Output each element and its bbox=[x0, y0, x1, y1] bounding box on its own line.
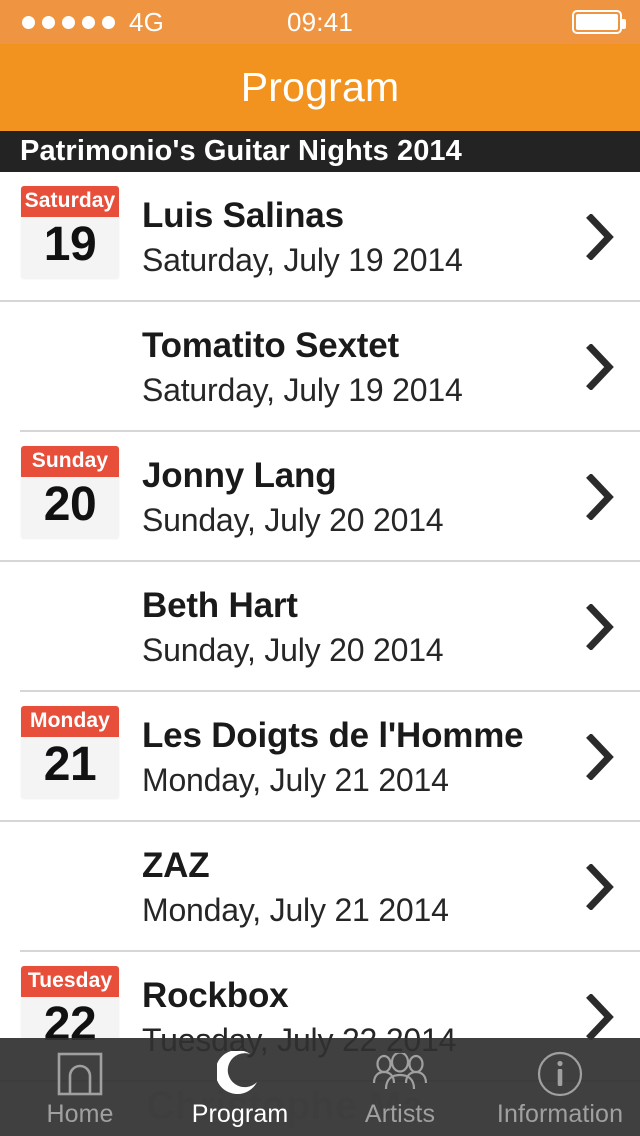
tab-information-label: Information bbox=[496, 1100, 624, 1128]
date-badge-weekday: Tuesday bbox=[21, 966, 119, 998]
date-badge-daynumber: 21 bbox=[21, 737, 119, 800]
event-date: Monday, July 21 2014 bbox=[142, 761, 449, 798]
event-row-body: ZAZ Monday, July 21 2014 bbox=[140, 822, 560, 952]
tab-home-label: Home bbox=[46, 1100, 114, 1128]
event-date: Sunday, July 20 2014 bbox=[142, 501, 444, 538]
page-title: Program bbox=[240, 64, 400, 110]
event-date: Monday, July 21 2014 bbox=[142, 891, 449, 928]
date-badge-weekday: Saturday bbox=[21, 186, 119, 218]
status-bar: 4G 09:41 bbox=[0, 0, 640, 44]
section-header: Patrimonio's Guitar Nights 2014 bbox=[0, 131, 640, 172]
event-row[interactable]: Beth Hart Sunday, July 20 2014 bbox=[0, 562, 640, 692]
date-badge-daynumber: 19 bbox=[21, 217, 119, 280]
date-badge: Saturday 19 bbox=[21, 186, 119, 280]
event-row[interactable]: ZAZ Monday, July 21 2014 bbox=[0, 822, 640, 952]
event-title: Beth Hart bbox=[142, 585, 298, 625]
navigation-bar: Program bbox=[0, 44, 640, 131]
tab-program-label: Program bbox=[191, 1100, 289, 1128]
event-title: Tomatito Sextet bbox=[142, 325, 399, 365]
program-list-scroll[interactable]: Patrimonio's Guitar Nights 2014 Saturday… bbox=[0, 131, 640, 1136]
date-badge-slot: Monday 21 bbox=[0, 692, 140, 822]
event-title: Jonny Lang bbox=[142, 455, 337, 495]
chevron-right-icon[interactable] bbox=[560, 562, 640, 692]
date-badge-weekday: Monday bbox=[21, 706, 119, 738]
event-list: Saturday 19 Luis Salinas Saturday, July 19 … bbox=[0, 172, 640, 1082]
chevron-right-icon[interactable] bbox=[560, 692, 640, 822]
home-arch-icon bbox=[57, 1050, 103, 1098]
battery-full-icon bbox=[572, 10, 626, 34]
event-date: Sunday, July 20 2014 bbox=[142, 631, 444, 668]
status-bar-clock: 09:41 bbox=[286, 7, 354, 37]
tab-bar: Home Program Artists Information bbox=[0, 1038, 640, 1136]
status-bar-right bbox=[572, 10, 626, 34]
event-row-body: Jonny Lang Sunday, July 20 2014 bbox=[140, 432, 560, 562]
chevron-right-icon[interactable] bbox=[560, 822, 640, 952]
tab-artists-label: Artists bbox=[364, 1100, 436, 1128]
section-header-title: Patrimonio's Guitar Nights 2014 bbox=[20, 135, 462, 167]
event-title: Les Doigts de l'Homme bbox=[142, 715, 524, 755]
event-row[interactable]: Monday 21 Les Doigts de l'Homme Monday, Jul… bbox=[0, 692, 640, 822]
event-row-body: Tomatito Sextet Saturday, July 19 2014 bbox=[140, 302, 560, 432]
event-title: Luis Salinas bbox=[142, 195, 344, 235]
event-row[interactable]: Saturday 19 Luis Salinas Saturday, July 19 … bbox=[0, 172, 640, 302]
date-badge: Monday 21 bbox=[21, 706, 119, 800]
chevron-right-icon[interactable] bbox=[560, 302, 640, 432]
event-row[interactable]: Sunday 20 Jonny Lang Sunday, July 20 2014 bbox=[0, 432, 640, 562]
event-date: Saturday, July 19 2014 bbox=[142, 241, 463, 278]
event-row-body: Beth Hart Sunday, July 20 2014 bbox=[140, 562, 560, 692]
event-row-body: Les Doigts de l'Homme Monday, July 21 201… bbox=[140, 692, 560, 822]
tab-program[interactable]: Program bbox=[160, 1038, 320, 1136]
date-badge-slot bbox=[0, 822, 140, 952]
date-badge-slot: Saturday 19 bbox=[0, 172, 140, 302]
event-title: ZAZ bbox=[142, 845, 210, 885]
chevron-right-icon[interactable] bbox=[560, 432, 640, 562]
event-row[interactable]: Tomatito Sextet Saturday, July 19 2014 bbox=[0, 302, 640, 432]
event-date: Saturday, July 19 2014 bbox=[142, 371, 463, 408]
date-badge-slot: Sunday 20 bbox=[0, 432, 140, 562]
date-badge-weekday: Sunday bbox=[21, 446, 119, 478]
tab-artists[interactable]: Artists bbox=[320, 1038, 480, 1136]
tab-information[interactable]: Information bbox=[480, 1038, 640, 1136]
event-row-body: Luis Salinas Saturday, July 19 2014 bbox=[140, 172, 560, 302]
tab-home[interactable]: Home bbox=[0, 1038, 160, 1136]
moon-crescent-icon bbox=[217, 1050, 263, 1098]
date-badge: Sunday 20 bbox=[21, 446, 119, 540]
app-screen: 4G 09:41 Program Patrimonio's Guitar Nig… bbox=[0, 0, 640, 1136]
date-badge-slot bbox=[0, 562, 140, 692]
info-circle-icon bbox=[536, 1050, 584, 1098]
event-title: Rockbox bbox=[142, 975, 289, 1015]
people-group-icon bbox=[371, 1050, 429, 1098]
chevron-right-icon[interactable] bbox=[560, 172, 640, 302]
date-badge-slot bbox=[0, 302, 140, 432]
date-badge-daynumber: 20 bbox=[21, 477, 119, 540]
